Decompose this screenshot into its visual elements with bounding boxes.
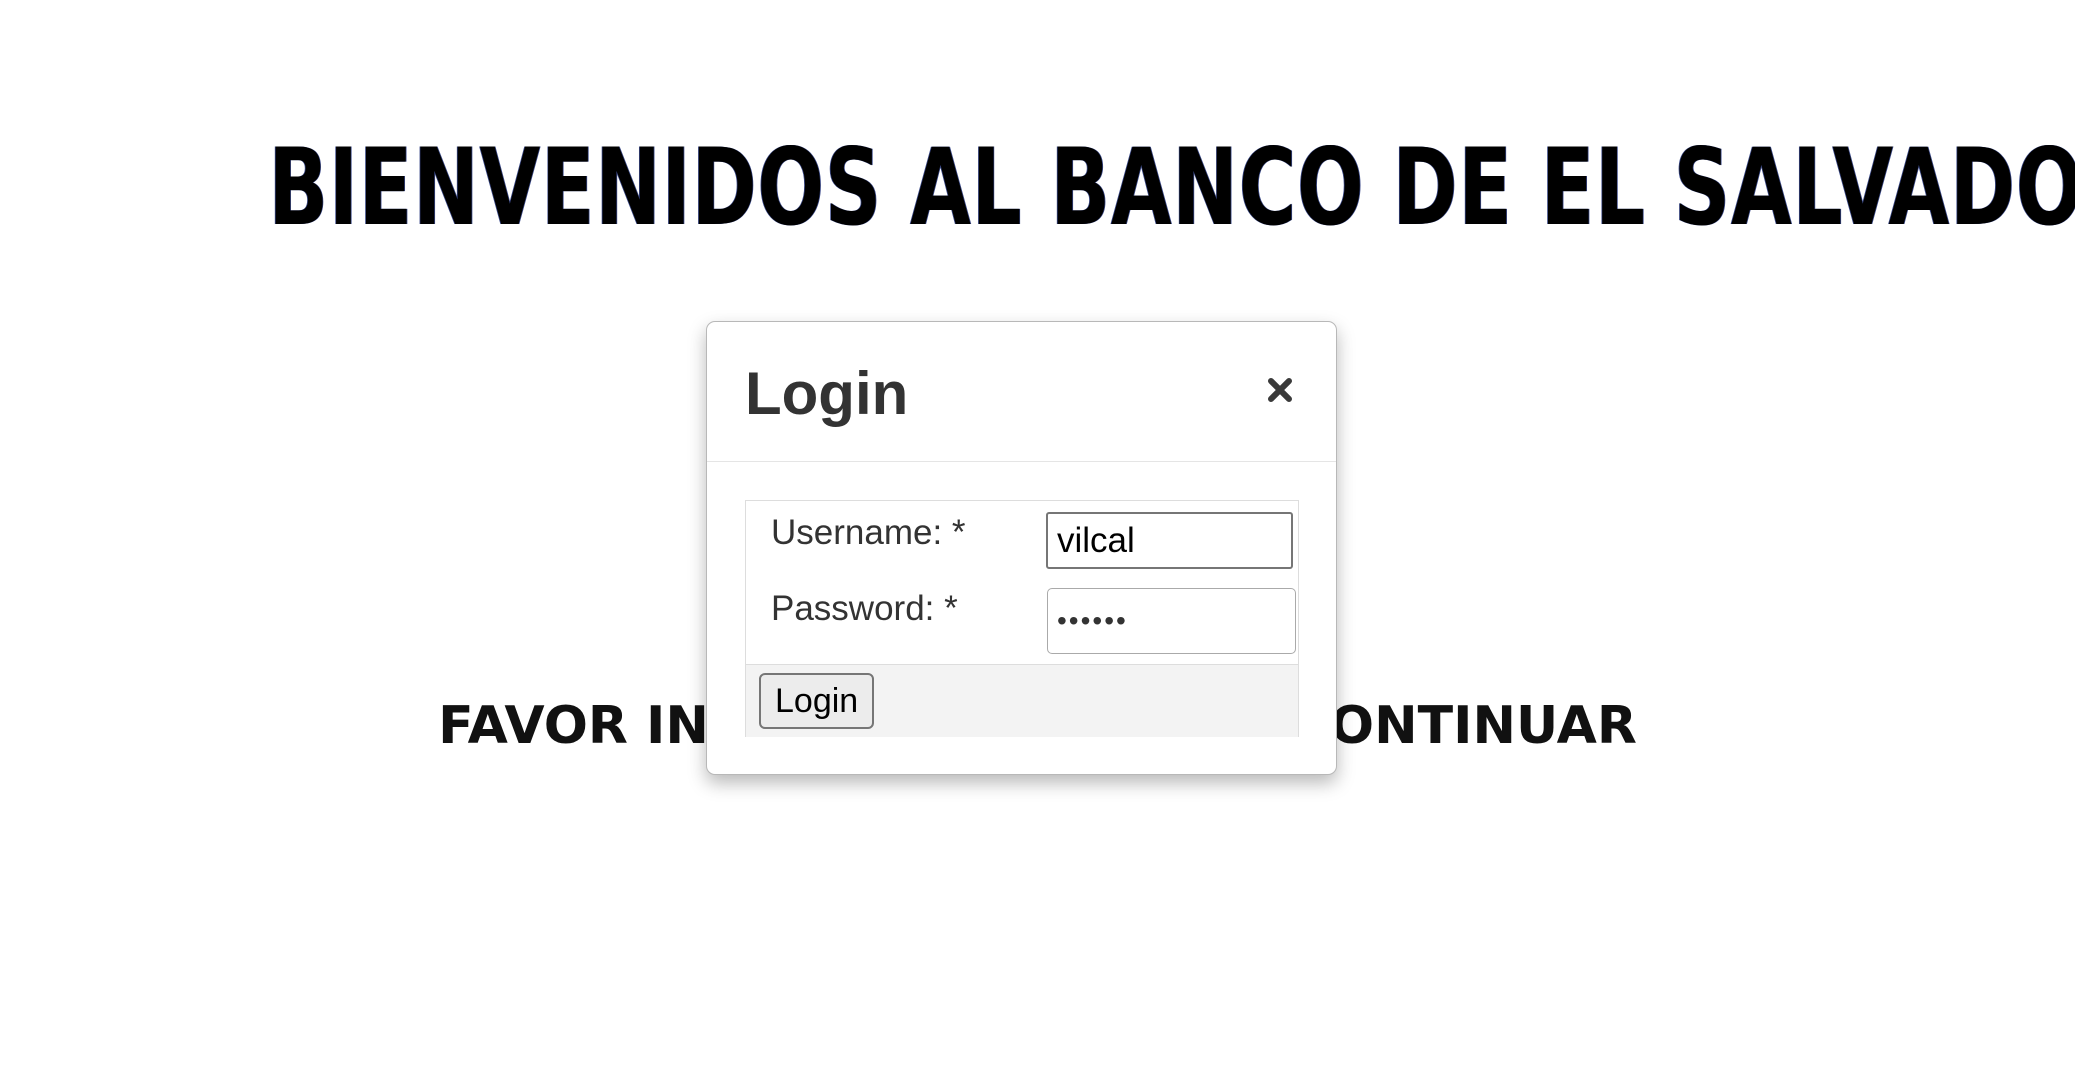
form-footer: Login	[746, 664, 1298, 737]
dialog-title: Login	[745, 360, 909, 427]
password-label: Password: *	[771, 589, 958, 628]
close-button[interactable]	[1255, 365, 1305, 415]
welcome-banner: BIENVENIDOS AL BANCO DE EL SALVADOR	[268, 126, 2075, 249]
username-input[interactable]	[1046, 512, 1293, 569]
login-button[interactable]: Login	[759, 673, 875, 729]
login-dialog: Login Username: * Password: * Login	[706, 321, 1337, 775]
username-label: Username: *	[771, 513, 966, 552]
page: BIENVENIDOS AL BANCO DE EL SALVADOR FAVO…	[0, 0, 2075, 1067]
close-icon	[1268, 378, 1292, 402]
login-form: Username: * Password: * Login	[745, 500, 1299, 737]
password-input[interactable]	[1047, 588, 1296, 654]
dialog-header: Login	[707, 322, 1336, 462]
